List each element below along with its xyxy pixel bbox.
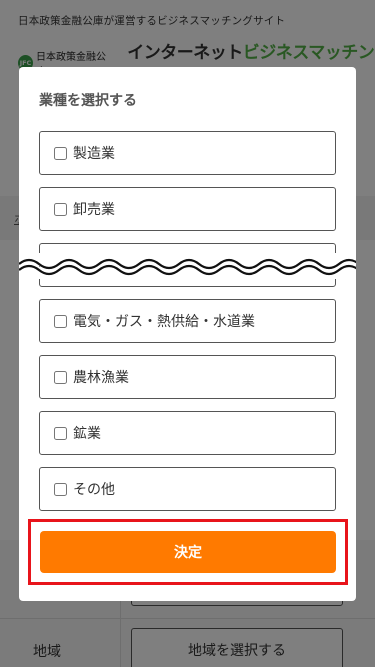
checkbox[interactable] <box>54 146 67 160</box>
option-label: 鉱業 <box>73 426 101 442</box>
option-wholesale[interactable]: 卸売業 <box>39 187 336 231</box>
option-other[interactable]: その他 <box>39 467 336 511</box>
option-mining[interactable]: 鉱業 <box>39 411 336 455</box>
checkbox[interactable] <box>54 426 67 440</box>
option-label: 農林漁業 <box>73 370 129 386</box>
checkbox[interactable] <box>54 370 67 384</box>
option-label: その他 <box>73 482 115 498</box>
modal-title: 業種を選択する <box>39 93 137 109</box>
decide-button[interactable]: 決定 <box>40 531 336 573</box>
option-utilities[interactable]: 電気・ガス・熱供給・水道業 <box>39 299 336 343</box>
option-label: 電気・ガス・熱供給・水道業 <box>73 314 255 330</box>
option-label: 卸売業 <box>73 202 115 218</box>
checkbox[interactable] <box>54 482 67 496</box>
checkbox[interactable] <box>54 202 67 216</box>
option-label: 製造業 <box>73 146 115 162</box>
industry-modal: 業種を選択する 製造業 卸売業 電気・ガス・熱供給・水道業 農林漁業 鉱業 その… <box>19 67 356 601</box>
option-agriculture-forestry-fishery[interactable]: 農林漁業 <box>39 355 336 399</box>
option-manufacturing[interactable]: 製造業 <box>39 131 336 175</box>
omission-wave <box>19 253 356 279</box>
checkbox[interactable] <box>54 314 67 328</box>
